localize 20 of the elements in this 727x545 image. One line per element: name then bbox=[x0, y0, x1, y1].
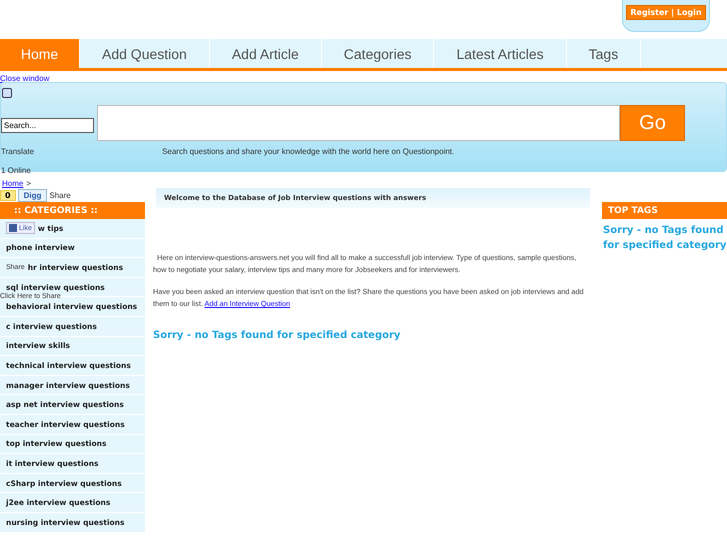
digg-button[interactable]: Digg bbox=[18, 188, 48, 202]
search-field[interactable]: Search... bbox=[1, 118, 94, 133]
home-breadcrumb-link[interactable]: Home bbox=[2, 179, 24, 188]
nav-tab[interactable]: Latest Articles bbox=[434, 39, 567, 68]
breadcrumb-separator: > bbox=[26, 179, 32, 188]
top-tags-header: TOP TAGS bbox=[602, 202, 727, 219]
close-window-link[interactable]: Close window bbox=[0, 74, 50, 83]
nav-tab[interactable]: Tags bbox=[566, 39, 642, 68]
share-label: Share bbox=[49, 190, 71, 200]
share-count: 0 bbox=[0, 190, 16, 200]
search-input[interactable] bbox=[97, 105, 620, 141]
translate-label: Translate bbox=[1, 147, 34, 156]
categories-header: :: CATEGORIES :: bbox=[0, 202, 145, 219]
no-tags-notice: Sorry - no Tags found for specified category bbox=[153, 330, 402, 341]
nav-tab[interactable]: Add Question bbox=[80, 39, 210, 68]
online-count: 1 Online bbox=[1, 166, 31, 175]
tagline: Search questions and share your knowledge with the world here on Questionpoint. bbox=[162, 147, 454, 156]
nav-tab[interactable]: Categories bbox=[322, 39, 434, 68]
nav-tab[interactable]: Add Article bbox=[210, 39, 322, 68]
no-tags-notice: Sorry - no Tags found for specified category bbox=[602, 224, 727, 253]
